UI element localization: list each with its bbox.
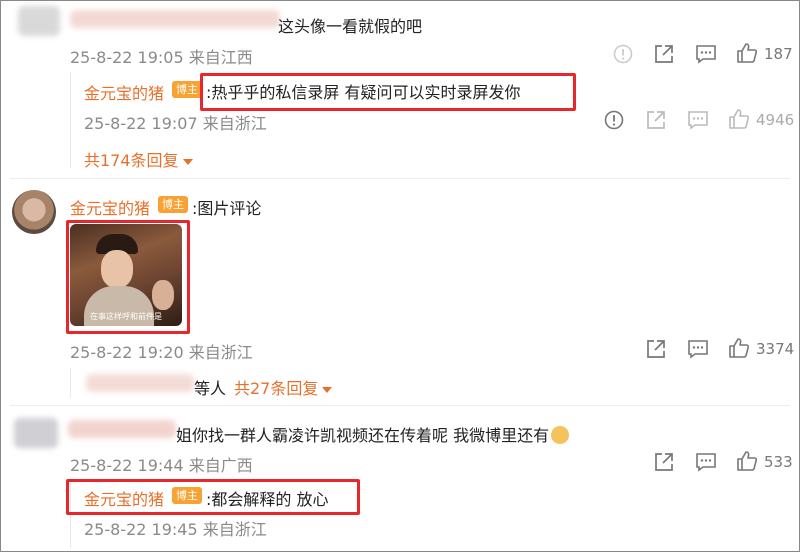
comment-text: 姐你找一群人霸凌许凯视频还在传着呢 我微博里还有 <box>176 422 570 446</box>
comment-text: 这头像一看就假的吧 <box>278 17 423 36</box>
share-icon[interactable] <box>652 42 676 66</box>
reply-text: :都会解释的 放心 <box>206 490 329 509</box>
more-replies-link[interactable]: 共174条回复 <box>84 147 193 171</box>
avatar <box>12 190 56 234</box>
divider <box>10 178 790 179</box>
like-count: 3374 <box>756 340 795 358</box>
blogger-badge: 博主 <box>172 487 202 504</box>
reply-thread-line <box>70 72 71 168</box>
avatar <box>14 418 58 448</box>
reply-author-name[interactable]: 金元宝的猪 <box>84 80 164 104</box>
image-caption: 在事这样呼和前件是 <box>90 312 162 321</box>
figure-face <box>101 250 133 288</box>
like-count: 4946 <box>756 111 795 129</box>
comment-image[interactable]: 在事这样呼和前件是 <box>70 224 182 326</box>
report-icon[interactable] <box>611 42 635 66</box>
reply-author-name[interactable]: 金元宝的猪 <box>84 486 164 510</box>
emoji-doge-icon <box>551 426 570 444</box>
report-icon[interactable] <box>602 108 626 132</box>
comment-icon[interactable] <box>686 337 710 361</box>
like-icon[interactable] <box>735 41 759 65</box>
reply-text: :热乎乎的私信录屏 有疑问可以实时录屏发你 <box>206 83 521 102</box>
reply-preview-text: 等人 <box>194 379 227 398</box>
more-replies-label: 共174条回复 <box>84 151 179 170</box>
share-icon[interactable] <box>652 450 676 474</box>
blurred-username <box>70 10 280 28</box>
more-replies-label: 共27条回复 <box>234 379 319 398</box>
like-icon[interactable] <box>727 336 751 360</box>
reply-meta: 25-8-22 19:45 来自浙江 <box>84 520 267 539</box>
reply-thread-line <box>70 368 71 398</box>
more-replies-link[interactable]: 共27条回复 <box>234 375 333 399</box>
avatar <box>18 6 60 36</box>
divider <box>10 405 790 406</box>
comment-icon[interactable] <box>694 450 718 474</box>
comment-author-name[interactable]: 金元宝的猪 <box>70 195 150 219</box>
like-icon[interactable] <box>735 449 759 473</box>
blogger-badge: 博主 <box>158 196 188 213</box>
share-icon[interactable] <box>644 108 668 132</box>
blogger-badge: 博主 <box>172 81 202 98</box>
comment-icon[interactable] <box>686 108 710 132</box>
share-icon[interactable] <box>644 337 668 361</box>
comment-meta: 25-8-22 19:20 来自浙江 <box>70 343 253 362</box>
like-count: 187 <box>764 45 793 63</box>
comment-text: :图片评论 <box>192 199 262 218</box>
like-count: 533 <box>764 453 793 471</box>
comment-icon[interactable] <box>694 42 718 66</box>
like-icon[interactable] <box>727 107 751 131</box>
reply-meta: 25-8-22 19:07 来自浙江 <box>84 114 267 133</box>
blurred-username <box>86 374 194 392</box>
comment-meta: 25-8-22 19:05 来自江西 <box>70 48 253 67</box>
blurred-username <box>68 420 176 438</box>
chevron-down-icon <box>182 158 193 165</box>
chevron-down-icon <box>322 386 333 393</box>
second-figure <box>152 280 174 310</box>
comment-meta: 25-8-22 19:44 来自广西 <box>70 456 253 475</box>
